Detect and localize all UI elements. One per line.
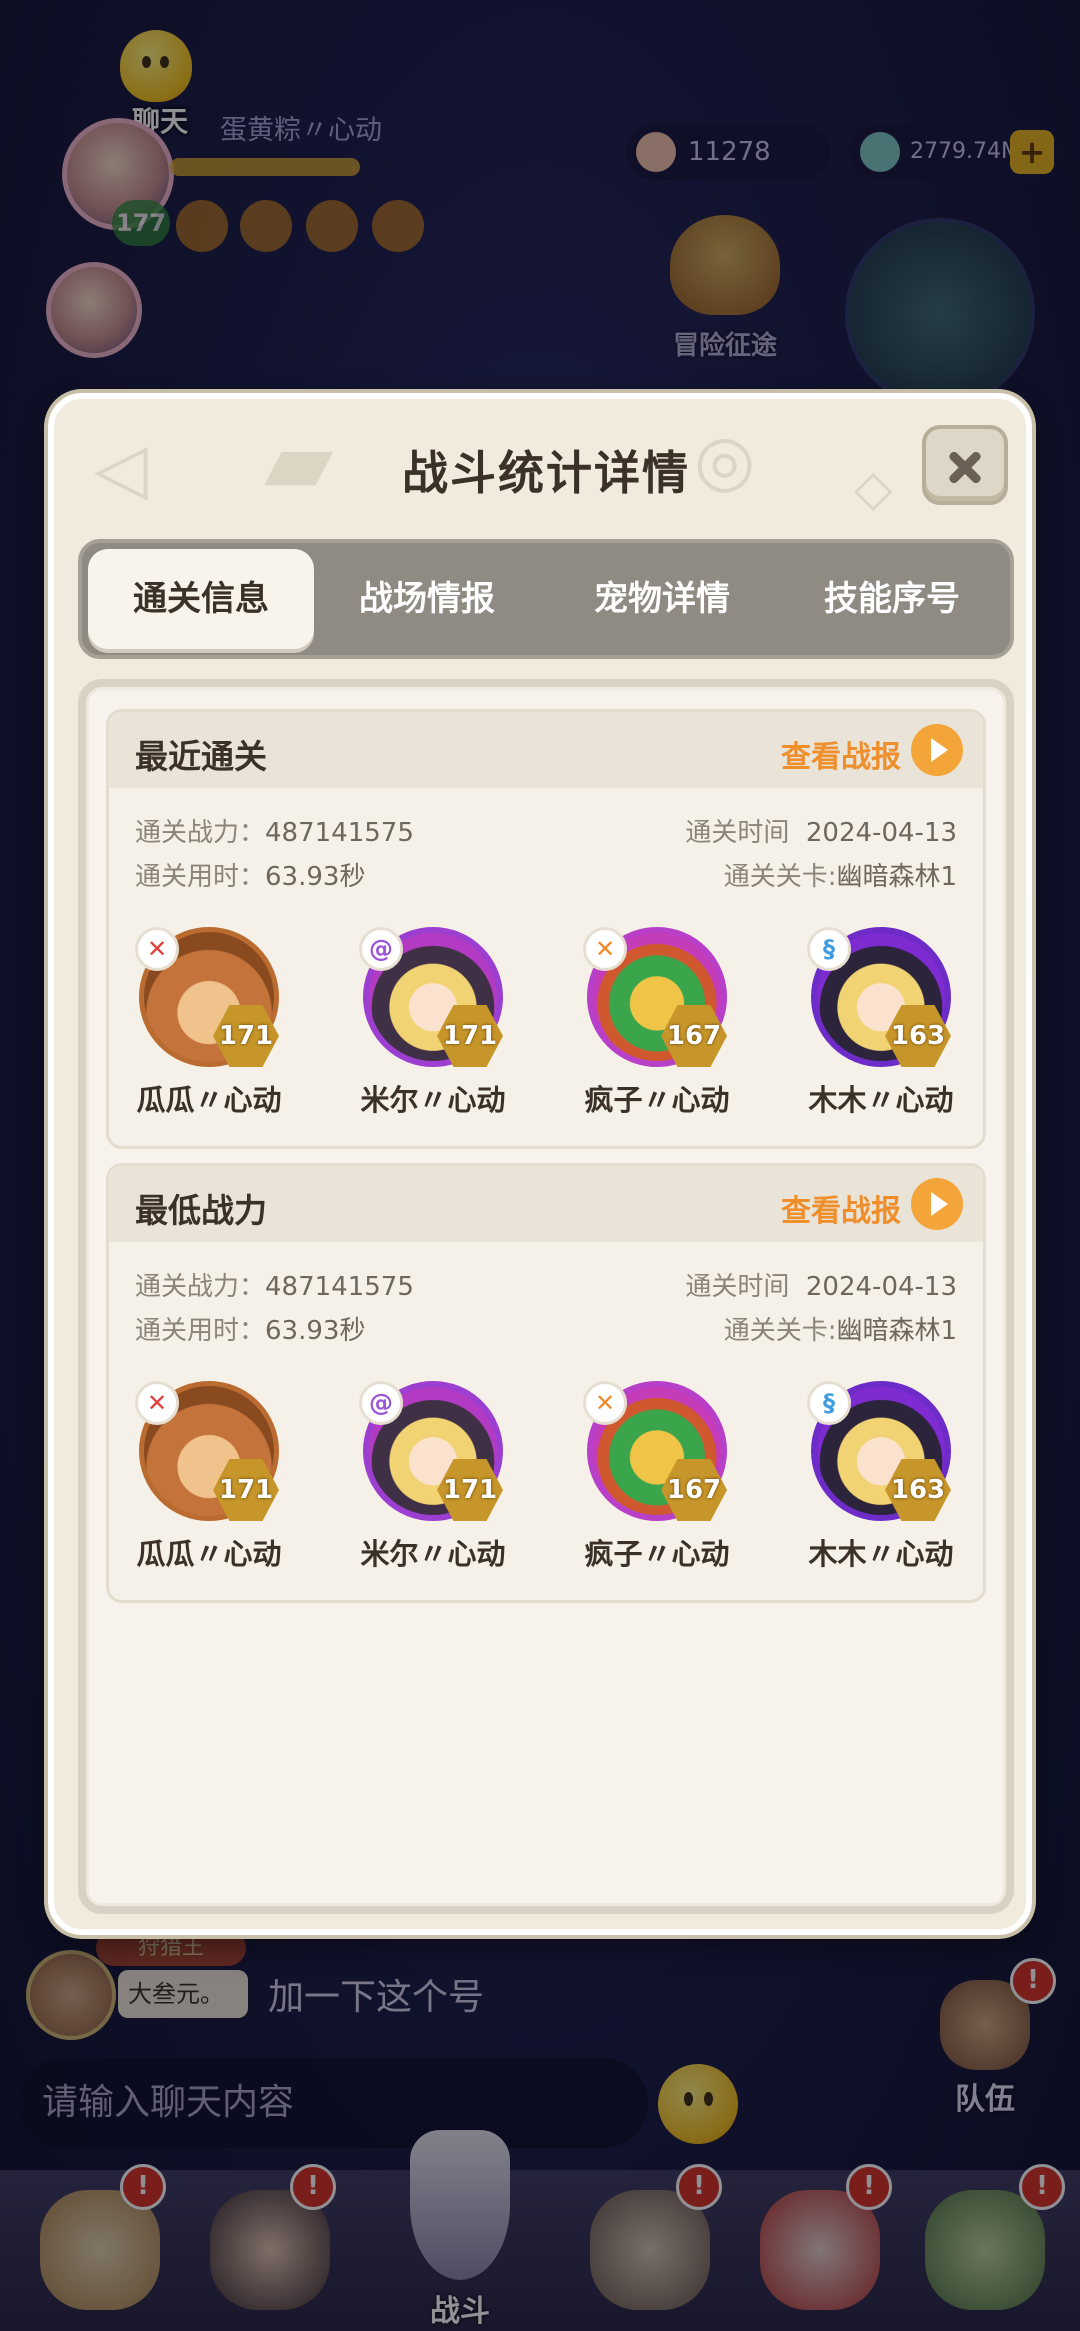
dialog-title: 战斗统计详情 xyxy=(402,446,690,500)
clear-power: 通关战力：487141575 xyxy=(135,1272,414,1302)
flame-element-icon: ✕ xyxy=(583,1381,627,1425)
pet-card[interactable]: ✕ 171 瓜瓜〃心动 xyxy=(109,927,309,1127)
flame-element-icon: ✕ xyxy=(583,927,627,971)
clear-duration: 通关用时：63.93秒 xyxy=(135,1316,366,1346)
tab-bar: 通关信息 战场情报 宠物详情 技能序号 xyxy=(78,539,1014,659)
section-title: 最近通关 xyxy=(135,737,267,776)
section-header: 最近通关 查看战报 xyxy=(109,712,983,788)
view-replay-label: 查看战报 xyxy=(781,740,901,775)
wind-element-icon: @ xyxy=(359,1381,403,1425)
section-header: 最低战力 查看战报 xyxy=(109,1166,983,1242)
pet-name: 米尔〃心动 xyxy=(360,1083,506,1117)
pet-name: 米尔〃心动 xyxy=(360,1537,506,1571)
section-title: 最低战力 xyxy=(135,1191,267,1230)
play-icon xyxy=(911,1178,963,1230)
tab-clear-info[interactable]: 通关信息 xyxy=(88,549,314,649)
water-element-icon: § xyxy=(807,1381,851,1425)
clear-time: 通关时间 2024-04-13 xyxy=(685,818,957,848)
pet-card[interactable]: @ 171 米尔〃心动 xyxy=(333,1381,533,1581)
clear-stage: 通关关卡:幽暗森林1 xyxy=(723,1316,957,1346)
pet-name: 瓜瓜〃心动 xyxy=(136,1537,282,1571)
pet-name: 疯子〃心动 xyxy=(584,1537,730,1571)
pet-name: 木木〃心动 xyxy=(808,1083,954,1117)
play-icon xyxy=(911,724,963,776)
pet-name: 疯子〃心动 xyxy=(584,1083,730,1117)
pet-name: 瓜瓜〃心动 xyxy=(136,1083,282,1117)
lowest-power-section: 最低战力 查看战报 通关战力：487141575 通关用时：63.93秒 通关时… xyxy=(106,1163,986,1603)
water-element-icon: § xyxy=(807,927,851,971)
clear-stage: 通关关卡:幽暗森林1 xyxy=(723,862,957,892)
clear-time: 通关时间 2024-04-13 xyxy=(685,1272,957,1302)
close-button[interactable] xyxy=(922,425,1008,505)
wind-element-icon: @ xyxy=(359,927,403,971)
tab-battlefield-intel[interactable]: 战场情报 xyxy=(317,549,537,649)
pet-name: 木木〃心动 xyxy=(808,1537,954,1571)
fire-element-icon: ✕ xyxy=(135,927,179,971)
pet-card[interactable]: ✕ 167 疯子〃心动 xyxy=(557,927,757,1127)
view-replay-label: 查看战报 xyxy=(781,1194,901,1229)
pet-card[interactable]: ✕ 167 疯子〃心动 xyxy=(557,1381,757,1581)
clear-power: 通关战力：487141575 xyxy=(135,818,414,848)
fire-element-icon: ✕ xyxy=(135,1381,179,1425)
pet-card[interactable]: ✕ 171 瓜瓜〃心动 xyxy=(109,1381,309,1581)
tab-content-panel: 最近通关 查看战报 通关战力：487141575 通关用时：63.93秒 通关时… xyxy=(78,679,1014,1914)
recent-clear-section: 最近通关 查看战报 通关战力：487141575 通关用时：63.93秒 通关时… xyxy=(106,709,986,1149)
tab-skill-order[interactable]: 技能序号 xyxy=(782,549,1002,649)
pet-card[interactable]: § 163 木木〃心动 xyxy=(781,927,981,1127)
battle-stats-dialog: ◁ ▰ ◎ ◇ 战斗统计详情 通关信息 战场情报 宠物详情 技能序号 最近通关 … xyxy=(48,393,1032,1935)
tab-pet-details[interactable]: 宠物详情 xyxy=(552,549,772,649)
pet-card[interactable]: § 163 木木〃心动 xyxy=(781,1381,981,1581)
pet-card[interactable]: @ 171 米尔〃心动 xyxy=(333,927,533,1127)
clear-duration: 通关用时：63.93秒 xyxy=(135,862,366,892)
